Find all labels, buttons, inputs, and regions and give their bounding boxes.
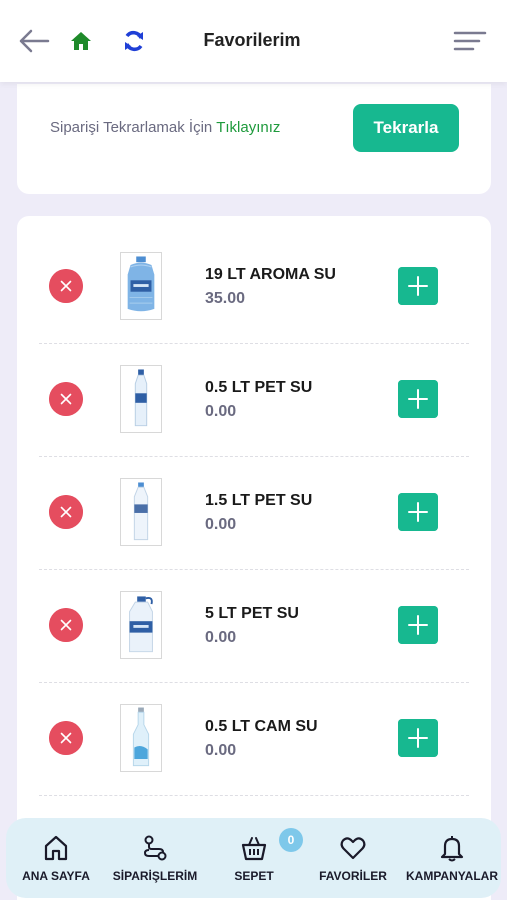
product-price: 0.00 — [205, 742, 237, 759]
pet-bottle-image — [120, 478, 162, 546]
product-price: 0.00 — [205, 516, 237, 533]
nav-label-campaigns: KAMPANYALAR — [405, 869, 498, 883]
repeat-order-text: Siparişi Tekrarlamak İçin Tıklayınız — [50, 119, 280, 136]
pet-bottle-image — [120, 365, 162, 433]
bottom-navigation: ANA SAYFA SİPARİŞLERİM SEPET FAVORİLER K… — [6, 818, 501, 898]
remove-favorite-button[interactable] — [49, 495, 83, 529]
page-title: Favorilerim — [203, 30, 301, 50]
product-name: 1.5 LT PET SU — [205, 492, 313, 509]
add-to-cart-button[interactable] — [398, 719, 438, 757]
cart-count-badge: 0 — [279, 828, 303, 852]
item-divider — [39, 682, 469, 683]
product-name: 19 LT AROMA SU — [205, 266, 336, 283]
nav-item-home[interactable]: ANA SAYFA — [6, 834, 106, 883]
product-name: 0.5 LT CAM SU — [205, 718, 318, 735]
product-price: 0.00 — [205, 403, 237, 420]
nav-item-orders[interactable]: SİPARİŞLERİM — [105, 834, 205, 883]
repeat-order-link[interactable]: Tıklayınız — [216, 119, 280, 136]
product-name: 0.5 LT PET SU — [205, 379, 313, 396]
home-icon[interactable] — [70, 30, 92, 52]
route-icon — [143, 835, 167, 861]
glass-bottle-image — [120, 704, 162, 772]
refresh-icon[interactable] — [123, 29, 145, 53]
water-jug-image — [120, 252, 162, 320]
add-to-cart-button[interactable] — [398, 267, 438, 305]
remove-favorite-button[interactable] — [49, 608, 83, 642]
large-pet-bottle-image — [120, 591, 162, 659]
app-header: Favorilerim — [0, 0, 507, 82]
remove-favorite-button[interactable] — [49, 721, 83, 755]
product-price: 35.00 — [205, 290, 246, 307]
favorite-item: 19 LT AROMA SU 35.00 — [17, 238, 491, 352]
remove-favorite-button[interactable] — [49, 269, 83, 303]
favorite-item: 0.5 LT PET SU 0.00 — [17, 351, 491, 465]
item-divider — [39, 795, 469, 796]
item-divider — [39, 456, 469, 457]
nav-item-campaigns[interactable]: KAMPANYALAR — [402, 834, 502, 883]
remove-favorite-button[interactable] — [49, 382, 83, 416]
add-to-cart-button[interactable] — [398, 606, 438, 644]
repeat-order-message: Siparişi Tekrarlamak İçin — [50, 119, 213, 136]
add-to-cart-button[interactable] — [398, 493, 438, 531]
bell-icon — [440, 836, 464, 862]
repeat-order-button[interactable]: Tekrarla — [353, 104, 459, 152]
nav-label-home: ANA SAYFA — [22, 869, 90, 883]
product-price: 0.00 — [205, 629, 237, 646]
home-icon — [44, 835, 68, 861]
favorites-list: 19 LT AROMA SU 35.00 0.5 LT PET SU 0.00 — [17, 216, 491, 900]
basket-icon — [241, 837, 267, 861]
item-divider — [39, 569, 469, 570]
arrow-left-icon[interactable] — [18, 28, 50, 54]
add-to-cart-button[interactable] — [398, 380, 438, 418]
menu-icon[interactable] — [453, 29, 487, 53]
favorite-item: 0.5 LT CAM SU 0.00 — [17, 690, 491, 804]
nav-label-favorites: FAVORİLER — [319, 869, 387, 883]
repeat-order-card: Siparişi Tekrarlamak İçin Tıklayınız Tek… — [17, 84, 491, 194]
product-name: 5 LT PET SU — [205, 605, 299, 622]
heart-icon — [340, 837, 366, 860]
favorite-item: 5 LT PET SU 0.00 — [17, 577, 491, 691]
nav-label-cart: SEPET — [234, 869, 274, 883]
favorite-item: 1.5 LT PET SU 0.00 — [17, 464, 491, 578]
item-divider — [39, 343, 469, 344]
nav-item-favorites[interactable]: FAVORİLER — [303, 834, 403, 883]
nav-label-orders: SİPARİŞLERİM — [112, 869, 198, 883]
